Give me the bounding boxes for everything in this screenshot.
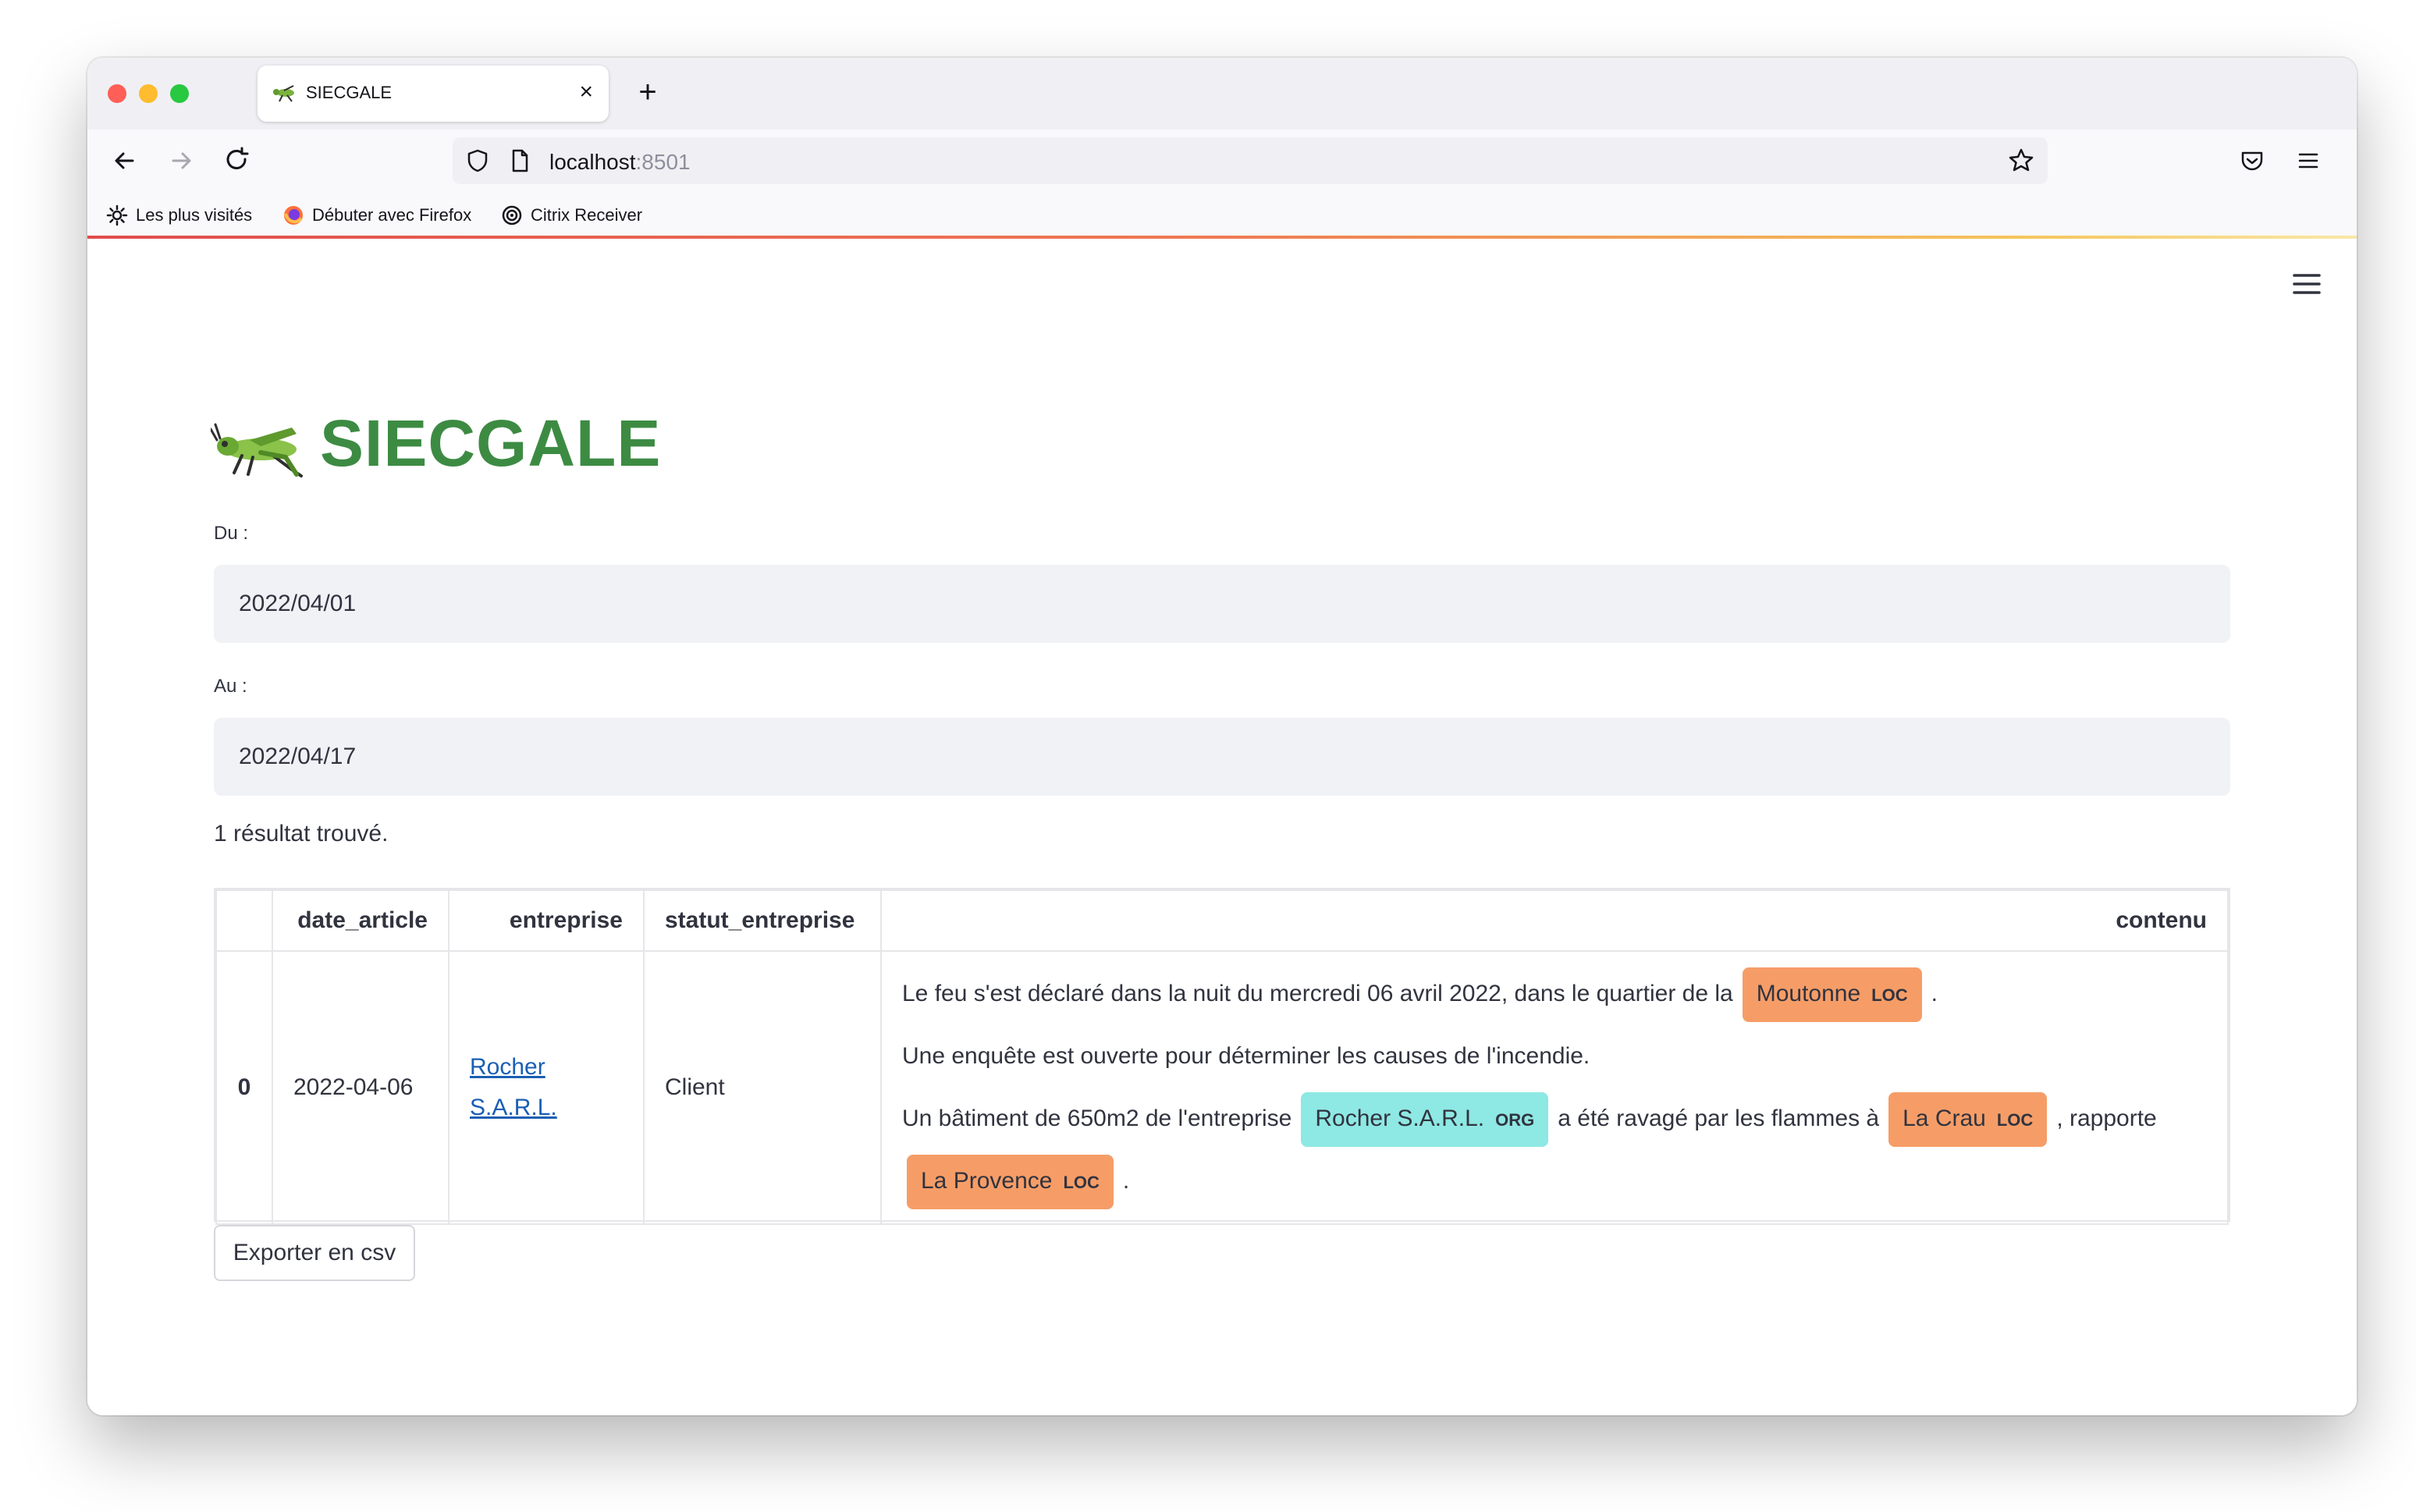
content-text: . [1931,981,1938,1006]
page-content: SIECGALE Du : Au : 1 résultat trouvé. da… [87,239,2357,1415]
entity-text: La Crau [1903,1106,1986,1131]
company-link-line1: Rocher [470,1054,545,1080]
from-date-label: Du : [214,523,249,544]
content-text: Le feu s'est déclaré dans la nuit du mer… [902,981,1733,1006]
bookmark-label: Citrix Receiver [531,205,643,225]
content-line-2: Une enquête est ouverte pour déterminer … [902,1025,2207,1088]
bookmark-label: Les plus visités [136,205,253,225]
entity-label: ORG [1495,1110,1535,1130]
url-port: :8501 [635,150,691,174]
entity-label: LOC [1996,1110,2034,1130]
reload-icon[interactable] [219,142,256,179]
entity-org: Rocher S.A.R.L. ORG [1301,1092,1549,1147]
browser-tab[interactable]: SIECGALE × [258,66,609,122]
results-table: date_article entreprise statut_entrepris… [214,888,2230,1225]
content-text: Une enquête est ouverte pour déterminer … [902,1043,1590,1069]
url-bar[interactable]: localhost:8501 [453,137,2048,184]
entity-loc: La Provence LOC [907,1155,1114,1209]
grasshopper-icon [273,85,294,102]
result-count: 1 résultat trouvé. [214,821,389,847]
bookmark-label: Débuter avec Firefox [312,205,472,225]
grasshopper-logo-icon [211,423,303,477]
citrix-icon [502,205,522,225]
table-header-row: date_article entreprise statut_entrepris… [215,889,2229,952]
company-link[interactable]: Rocher S.A.R.L. [470,1054,557,1120]
star-icon[interactable] [2007,147,2035,175]
to-date-label: Au : [214,676,247,697]
new-tab-button[interactable]: + [626,70,670,114]
pocket-icon[interactable] [2237,145,2268,176]
minimize-window-button[interactable] [139,84,158,103]
entity-text: La Provence [921,1168,1053,1194]
menu-icon[interactable] [2293,145,2324,176]
export-csv-button[interactable]: Exporter en csv [214,1225,415,1281]
company-link-line2: S.A.R.L. [470,1095,557,1120]
column-header-date[interactable]: date_article [272,889,449,952]
firefox-icon [284,206,303,225]
column-header-status[interactable]: statut_entreprise [643,889,882,952]
cell-date: 2022-04-06 [272,950,449,1225]
to-date-input[interactable] [214,718,2230,796]
tab-strip: SIECGALE × + [87,58,2357,130]
zoom-window-button[interactable] [170,84,189,103]
page-title: SIECGALE [320,406,662,480]
entity-label: LOC [1063,1173,1100,1192]
entity-text: Rocher S.A.R.L. [1315,1106,1485,1131]
hamburger-menu-icon[interactable] [2291,272,2322,296]
bookmarks-toolbar: Les plus visités Débuter avec Firefox Ci… [87,192,2357,239]
cell-company: Rocher S.A.R.L. [448,950,645,1225]
row-index: 0 [215,950,273,1225]
column-header-company[interactable]: entreprise [448,889,645,952]
column-header-index [215,889,273,952]
gear-icon [106,204,128,226]
content-text: Un bâtiment de 650m2 de l'entreprise [902,1106,1292,1131]
tab-title: SIECGALE [306,83,393,102]
navigation-bar: localhost:8501 [87,130,2357,192]
bookmark-getting-started[interactable]: Débuter avec Firefox [282,203,471,228]
bookmark-citrix[interactable]: Citrix Receiver [501,203,642,228]
browser-window: SIECGALE × + localhost:8501 Les plus vis… [87,58,2357,1415]
close-window-button[interactable] [108,84,126,103]
content-line-1: Le feu s'est déclaré dans la nuit du mer… [902,963,2207,1025]
entity-text: Moutonne [1756,981,1861,1006]
cell-content: Le feu s'est déclaré dans la nuit du mer… [880,950,2229,1225]
bookmark-most-visited[interactable]: Les plus visités [106,203,252,228]
shield-icon[interactable] [464,147,492,175]
entity-label: LOC [1871,985,1908,1005]
cell-status: Client [643,950,882,1225]
content-line-3: Un bâtiment de 650m2 de l'entreprise Roch… [902,1088,2207,1150]
url-host: localhost [549,150,636,174]
column-header-content[interactable]: contenu [880,889,2229,952]
content-text: , rapporte [2056,1106,2157,1131]
entity-loc: La Crau LOC [1888,1092,2048,1147]
page-icon [512,149,528,172]
url-text[interactable]: localhost:8501 [549,150,691,175]
from-date-input[interactable] [214,565,2230,643]
entity-loc: Moutonne LOC [1742,967,1922,1022]
content-text: a été ravagé par les flammes à [1558,1106,1880,1131]
close-tab-icon[interactable]: × [579,78,593,106]
back-icon[interactable] [106,142,144,179]
content-text: . [1122,1168,1130,1194]
content-line-4: La Provence LOC. [902,1150,2207,1212]
forward-icon[interactable] [162,142,200,179]
table-row: 0 2022-04-06 Rocher S.A.R.L. Client Le fe… [215,950,2229,1225]
